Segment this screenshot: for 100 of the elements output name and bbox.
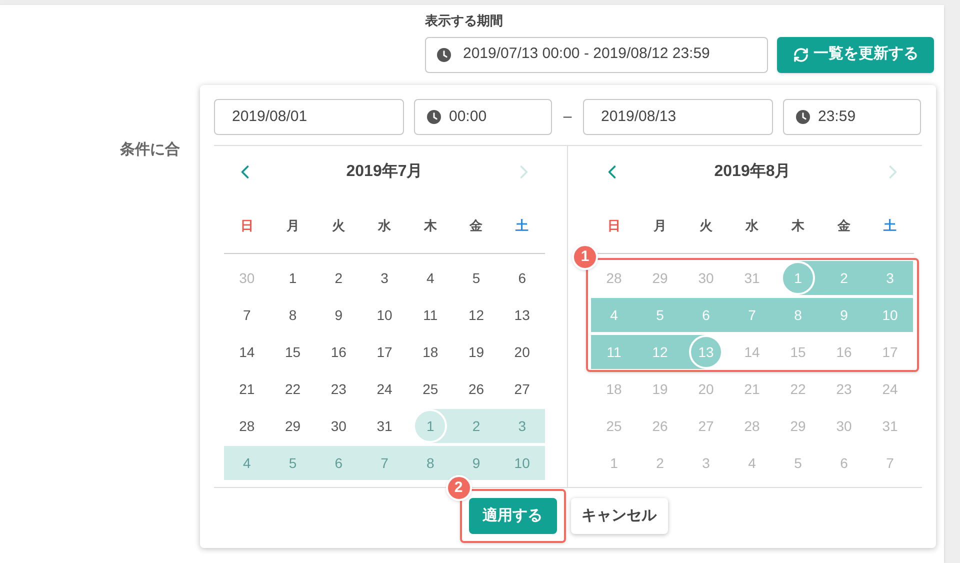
- calendar-day[interactable]: 20: [683, 372, 729, 406]
- calendar-day[interactable]: 7: [224, 298, 270, 332]
- calendar-day[interactable]: 12: [453, 298, 500, 332]
- calendar-day[interactable]: 29: [637, 261, 683, 295]
- calendar-day[interactable]: 9: [316, 298, 362, 332]
- calendar-day[interactable]: 5: [775, 446, 821, 480]
- calendar-day[interactable]: 24: [362, 372, 408, 406]
- calendar-day[interactable]: 22: [775, 372, 821, 406]
- calendar-day[interactable]: 10: [867, 298, 913, 332]
- month-title: 2019年8月: [714, 162, 791, 182]
- start-time-field[interactable]: 00:00: [414, 99, 552, 135]
- calendar-day[interactable]: 30: [821, 409, 867, 443]
- calendar-day[interactable]: 15: [270, 335, 316, 369]
- calendar-day[interactable]: 9: [453, 446, 500, 480]
- calendar-day[interactable]: 8: [407, 446, 454, 480]
- calendar-day[interactable]: 15: [775, 335, 821, 369]
- calendar-day[interactable]: 23: [821, 372, 867, 406]
- cancel-button[interactable]: キャンセル: [570, 498, 668, 534]
- calendar-day[interactable]: 13: [499, 298, 546, 332]
- calendar-day[interactable]: 2: [637, 446, 683, 480]
- calendar-day[interactable]: 12: [637, 335, 683, 369]
- period-value: 2019/07/13 00:00 - 2019/08/12 23:59: [463, 44, 710, 64]
- calendar-day[interactable]: 30: [224, 261, 270, 295]
- calendar-day[interactable]: 6: [683, 298, 729, 332]
- calendar-day[interactable]: 31: [362, 409, 408, 443]
- end-time-value: 23:59: [818, 106, 856, 127]
- period-field[interactable]: 2019/07/13 00:00 - 2019/08/12 23:59: [425, 36, 768, 72]
- start-date-field[interactable]: 2019/08/01: [214, 99, 404, 135]
- calendar-day[interactable]: 29: [775, 409, 821, 443]
- calendar-day[interactable]: 6: [316, 446, 362, 480]
- calendar-day[interactable]: 7: [867, 446, 913, 480]
- calendar-day[interactable]: 30: [683, 261, 729, 295]
- month-title: 2019年7月: [346, 162, 423, 182]
- calendar-day[interactable]: 25: [591, 409, 637, 443]
- calendar-day[interactable]: 1: [775, 261, 821, 295]
- calendar-day[interactable]: 2: [453, 409, 500, 443]
- end-date-field[interactable]: 2019/08/13: [583, 99, 773, 135]
- weekday-label: 月: [652, 216, 668, 235]
- calendar-day[interactable]: 29: [270, 409, 316, 443]
- calendar-day[interactable]: 28: [729, 409, 775, 443]
- callout-badge: 2: [446, 475, 472, 501]
- calendar-day[interactable]: 19: [453, 335, 500, 369]
- calendar-day[interactable]: 2: [821, 261, 867, 295]
- calendar-day[interactable]: 27: [683, 409, 729, 443]
- refresh-button[interactable]: 一覧を更新する: [777, 36, 934, 72]
- calendar-day[interactable]: 3: [362, 261, 408, 295]
- calendar-day[interactable]: 6: [499, 261, 546, 295]
- calendar-day[interactable]: 3: [683, 446, 729, 480]
- callout-badge: 1: [572, 244, 598, 270]
- calendar-day[interactable]: 17: [362, 335, 408, 369]
- calendar-day[interactable]: 11: [591, 335, 637, 369]
- calendar-day[interactable]: 26: [637, 409, 683, 443]
- calendar-day[interactable]: 13: [683, 335, 729, 369]
- calendar-day[interactable]: 4: [224, 446, 270, 480]
- calendar-day[interactable]: 5: [270, 446, 316, 480]
- calendar-day[interactable]: 21: [224, 372, 270, 406]
- calendar-day[interactable]: 18: [591, 372, 637, 406]
- calendar-day[interactable]: 1: [407, 409, 454, 443]
- calendar-day[interactable]: 4: [729, 446, 775, 480]
- calendar-day[interactable]: 31: [867, 409, 913, 443]
- weekday-label: 火: [331, 216, 346, 235]
- calendar-day[interactable]: 3: [867, 261, 913, 295]
- apply-button[interactable]: 適用する: [468, 498, 556, 534]
- calendar-day[interactable]: 8: [270, 298, 316, 332]
- calendar-day[interactable]: 5: [453, 261, 500, 295]
- calendar-day[interactable]: 10: [499, 446, 546, 480]
- calendar-day[interactable]: 27: [499, 372, 546, 406]
- calendar-day[interactable]: 21: [729, 372, 775, 406]
- calendar-day[interactable]: 4: [591, 298, 637, 332]
- calendar-day[interactable]: 2: [316, 261, 362, 295]
- calendar-day[interactable]: 9: [821, 298, 867, 332]
- calendar-day[interactable]: 5: [637, 298, 683, 332]
- calendar-day[interactable]: 6: [821, 446, 867, 480]
- calendar-day[interactable]: 20: [499, 335, 546, 369]
- calendar-day[interactable]: 1: [270, 261, 316, 295]
- calendar-day[interactable]: 18: [407, 335, 454, 369]
- calendar-day[interactable]: 23: [316, 372, 362, 406]
- calendar-day[interactable]: 17: [867, 335, 913, 369]
- end-time-field[interactable]: 23:59: [783, 99, 921, 135]
- calendar-day[interactable]: 14: [729, 335, 775, 369]
- calendar-day[interactable]: 10: [362, 298, 408, 332]
- calendar-day[interactable]: 19: [637, 372, 683, 406]
- calendar-day[interactable]: 1: [591, 446, 637, 480]
- calendar-day[interactable]: 26: [453, 372, 500, 406]
- calendar-day[interactable]: 16: [316, 335, 362, 369]
- calendar-day[interactable]: 24: [867, 372, 913, 406]
- calendar-day[interactable]: 11: [407, 298, 454, 332]
- calendar-day[interactable]: 22: [270, 372, 316, 406]
- calendar-day[interactable]: 8: [775, 298, 821, 332]
- calendar-day[interactable]: 3: [499, 409, 546, 443]
- calendar-day[interactable]: 7: [729, 298, 775, 332]
- calendar-day[interactable]: 4: [407, 261, 454, 295]
- calendar-day[interactable]: 28: [224, 409, 270, 443]
- calendar-day[interactable]: 30: [316, 409, 362, 443]
- weekday-label: 日: [239, 216, 254, 235]
- calendar-day[interactable]: 16: [821, 335, 867, 369]
- calendar-day[interactable]: 25: [407, 372, 454, 406]
- calendar-day[interactable]: 14: [224, 335, 270, 369]
- calendar-day[interactable]: 31: [729, 261, 775, 295]
- calendar-day[interactable]: 7: [362, 446, 408, 480]
